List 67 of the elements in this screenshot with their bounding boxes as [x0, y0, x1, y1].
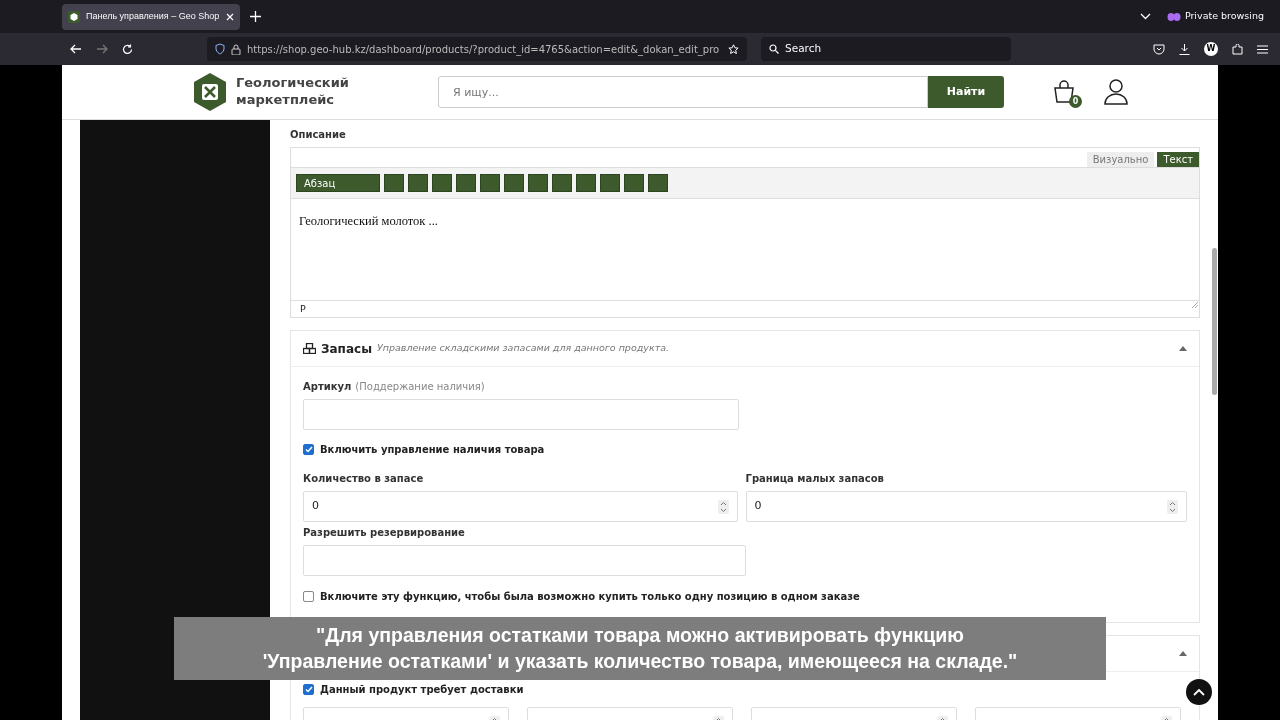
reload-icon[interactable] — [122, 43, 133, 55]
search-button[interactable]: Найти — [928, 76, 1004, 108]
number-input[interactable]: 0 — [745, 491, 1187, 522]
site-icon — [68, 10, 80, 23]
checkbox[interactable] — [303, 684, 314, 695]
url-text: https://shop.geo-hub.kz/dashboard/products/?product_id=4765&action=edit&_dokan_edit_pro — [247, 42, 721, 57]
logo-text[interactable]: Геологический — [236, 75, 426, 92]
element-path: P — [300, 302, 306, 316]
close-icon[interactable] — [226, 12, 234, 21]
resize-handle-icon[interactable] — [1191, 301, 1199, 309]
shield-icon — [215, 43, 225, 55]
boxes-icon — [303, 343, 316, 354]
checkbox-label: Данный продукт требует доставки — [320, 683, 524, 697]
video-caption-line: 'Управление остатками' и указать количество товара, имеющееся на складе." — [261, 649, 1019, 674]
chevron-down-icon[interactable] — [1139, 13, 1151, 20]
address-bar[interactable]: https://shop.geo-hub.kz/dashboard/products/?product_id=4765&action=edit&_dokan_edit_pro — [207, 37, 747, 61]
logo-icon[interactable] — [192, 72, 228, 112]
field-label: Граница малых запасов — [745, 472, 885, 486]
number-input[interactable]: 0 — [303, 491, 738, 522]
editor-content[interactable]: Геологический молоток ... — [291, 199, 1199, 300]
menu-icon[interactable] — [1257, 44, 1268, 54]
shopping-bag-icon[interactable] — [1052, 80, 1076, 104]
sku-input[interactable] — [303, 399, 739, 430]
editor-tab[interactable]: Визуально — [1086, 152, 1155, 167]
new-tab-icon[interactable] — [250, 11, 261, 22]
format-select[interactable]: Абзац — [296, 174, 380, 192]
search-icon — [769, 44, 779, 54]
logo-text[interactable]: маркетплейс — [236, 92, 426, 109]
browser-search-placeholder: Search — [785, 41, 822, 57]
profile-avatar[interactable]: W — [1204, 42, 1218, 56]
section-subtitle: Управление складскими запасами для данного продукта. — [377, 341, 670, 356]
search-field[interactable]: Я ищу... — [438, 76, 928, 108]
checkbox-label: Включите эту функцию, чтобы была возможно купить только одну позицию в одном заказе — [320, 590, 860, 604]
pocket-icon[interactable] — [1153, 43, 1165, 55]
private-browsing-label: Private browsing — [1184, 9, 1264, 24]
spinner-icon[interactable] — [1167, 499, 1178, 514]
input-value: 0 — [754, 498, 762, 515]
star-icon[interactable] — [728, 43, 739, 55]
lock-icon — [231, 43, 241, 55]
download-icon[interactable] — [1179, 43, 1190, 55]
checkbox[interactable] — [303, 591, 314, 602]
editor-tab[interactable]: Текст — [1157, 152, 1199, 167]
section-title: Запасы — [321, 340, 372, 358]
chevron-up-icon — [1193, 688, 1205, 696]
input-value: 0 — [312, 498, 319, 515]
forward-icon[interactable] — [96, 44, 108, 54]
video-caption-line: "Для управления остатками товара можно активировать функцию — [315, 623, 965, 648]
cart-count-badge: 0 — [1069, 95, 1082, 108]
user-icon[interactable] — [1104, 79, 1128, 105]
field-label: Описание — [290, 128, 347, 142]
mask-icon — [1166, 11, 1181, 22]
browser-search-field[interactable]: Search — [761, 37, 1011, 61]
field-label: Количество в запасе — [303, 472, 425, 486]
checkbox[interactable] — [303, 444, 314, 455]
field-hint: (Поддержание наличия) — [355, 380, 485, 394]
scrollbar-thumb[interactable] — [1212, 248, 1217, 395]
caret-icon[interactable] — [1179, 651, 1187, 656]
caret-icon[interactable] — [1179, 346, 1187, 351]
scroll-top-button[interactable] — [1186, 679, 1212, 705]
checkbox-label: Включить управление наличия товара — [320, 443, 545, 457]
spinner-icon[interactable] — [717, 499, 729, 514]
extensions-icon[interactable] — [1232, 43, 1243, 55]
back-icon[interactable] — [70, 44, 82, 54]
tab-title: Панель управления – Geo Shop — [86, 9, 220, 23]
field-label: Артикул — [303, 380, 352, 394]
browser-tab[interactable]: Панель управления – Geo Shop — [62, 3, 240, 30]
field-label: Разрешить резервирование — [303, 526, 466, 540]
